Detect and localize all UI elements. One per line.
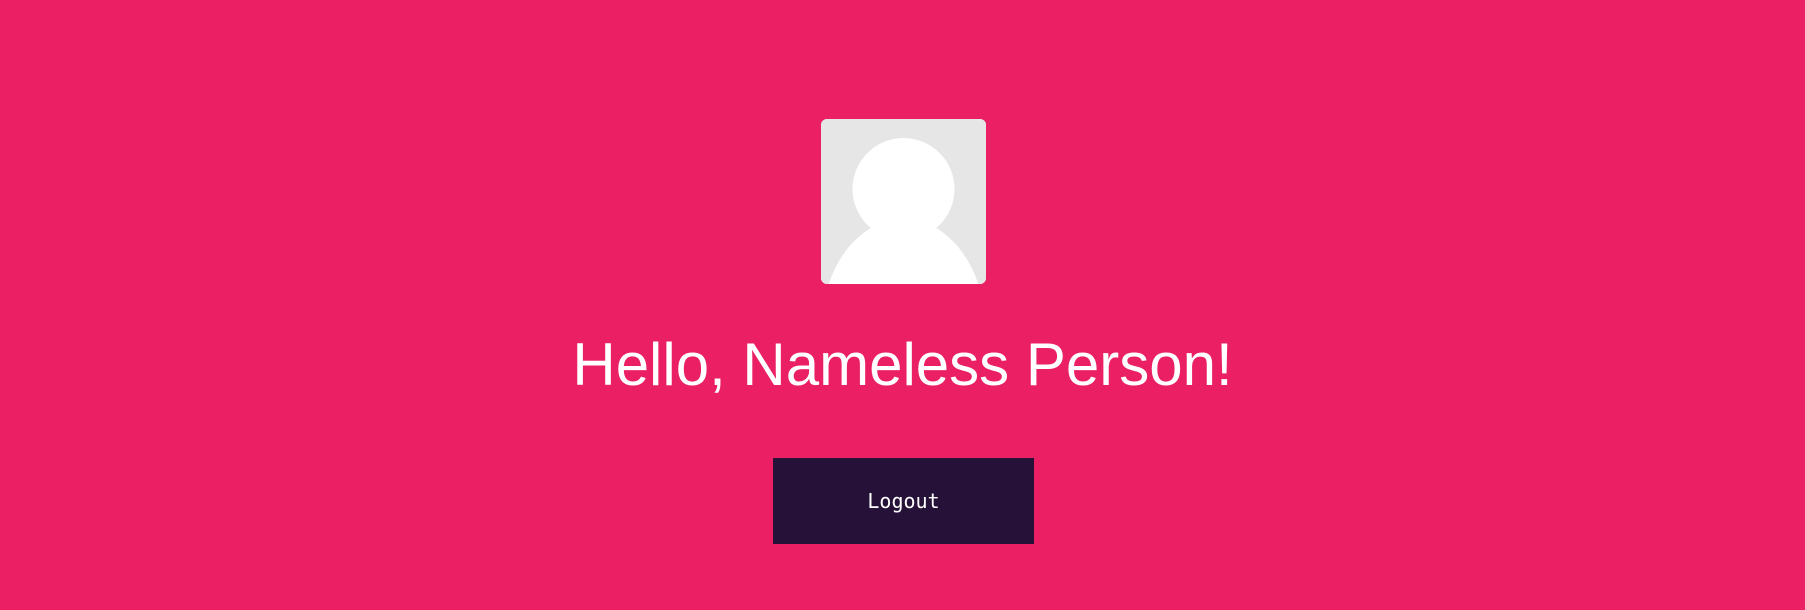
avatar — [821, 119, 986, 284]
logout-button[interactable]: Logout — [773, 458, 1034, 544]
profile-card: Hello, Nameless Person! Logout — [0, 0, 1805, 610]
default-user-avatar-icon — [821, 119, 986, 284]
greeting-heading: Hello, Nameless Person! — [572, 331, 1233, 398]
